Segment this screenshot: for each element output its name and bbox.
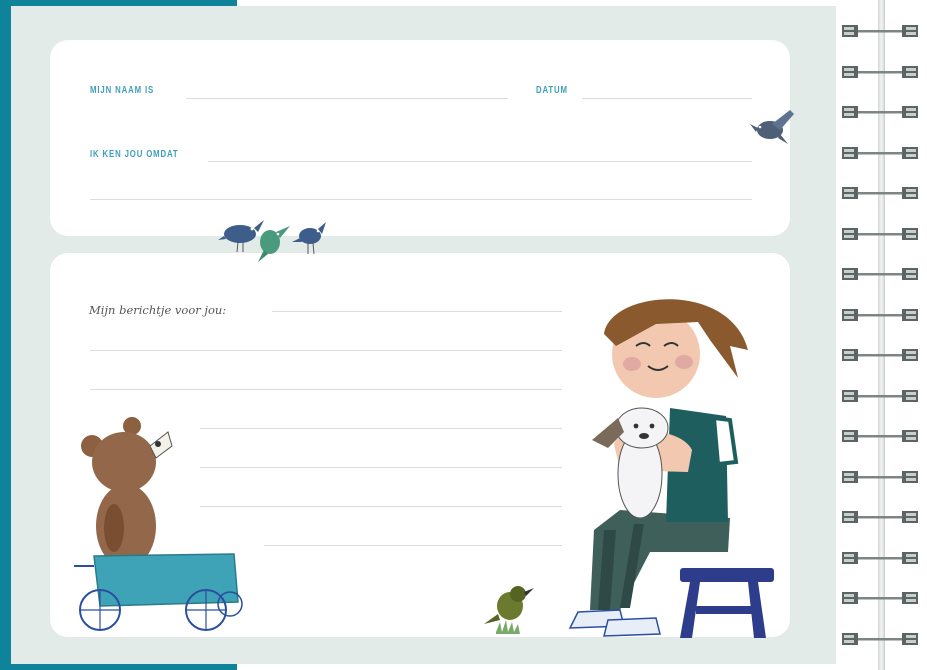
message-line-3[interactable] (90, 389, 562, 390)
dog-icon (592, 407, 669, 519)
spiral-ring (842, 551, 918, 564)
spiral-ring (842, 430, 918, 442)
notebook-page: MIJN NAAM IS DATUM IK KEN JOU OMDAT Mijn… (0, 0, 927, 670)
teal-edge-top (0, 0, 237, 6)
bird-icon (292, 222, 326, 255)
info-card: MIJN NAAM IS DATUM IK KEN JOU OMDAT (50, 40, 790, 236)
teal-edge-bottom (0, 664, 237, 670)
name-label: MIJN NAAM IS (90, 85, 155, 96)
message-line-2[interactable] (90, 350, 562, 351)
small-bird-illustration (484, 586, 534, 634)
teddy-bear-wagon-illustration (74, 417, 243, 631)
spiral-ring (842, 632, 918, 645)
date-field-line[interactable] (582, 98, 752, 99)
spiral-spine (878, 0, 885, 670)
name-field-line[interactable] (186, 98, 508, 99)
flying-bird-illustration (750, 110, 794, 144)
message-label: Mijn berichtje voor jou: (89, 303, 227, 317)
message-line-6[interactable] (200, 506, 562, 507)
spiral-ring (842, 592, 918, 604)
wagon-icon (74, 553, 243, 631)
spiral-ring (842, 187, 918, 199)
spiral-ring (842, 349, 918, 361)
boy-with-dog-illustration (568, 299, 774, 638)
message-line-5[interactable] (200, 467, 562, 468)
reason-label: IK KEN JOU OMDAT (90, 149, 179, 160)
spiral-ring (842, 146, 918, 159)
reason-field-line-2[interactable] (90, 199, 752, 200)
bird-icon (218, 220, 264, 253)
spiral-ring (842, 389, 918, 402)
spiral-ring (842, 106, 918, 118)
teddy-bear-icon (81, 417, 173, 568)
three-birds-illustration (218, 220, 326, 262)
spiral-ring (842, 268, 918, 280)
spiral-ring (842, 25, 918, 37)
message-line-1[interactable] (272, 311, 562, 312)
message-line-7[interactable] (264, 545, 562, 546)
date-label: DATUM (536, 85, 568, 96)
reason-field-line[interactable] (208, 161, 752, 162)
spiral-ring (842, 65, 918, 78)
stool-icon (680, 568, 774, 638)
spiral-ring (842, 227, 918, 240)
spiral-ring (842, 308, 918, 321)
message-line-4[interactable] (200, 428, 562, 429)
teal-edge-left (0, 0, 11, 670)
spiral-ring (842, 511, 918, 523)
bird-icon (258, 226, 290, 262)
spiral-ring (842, 470, 918, 483)
